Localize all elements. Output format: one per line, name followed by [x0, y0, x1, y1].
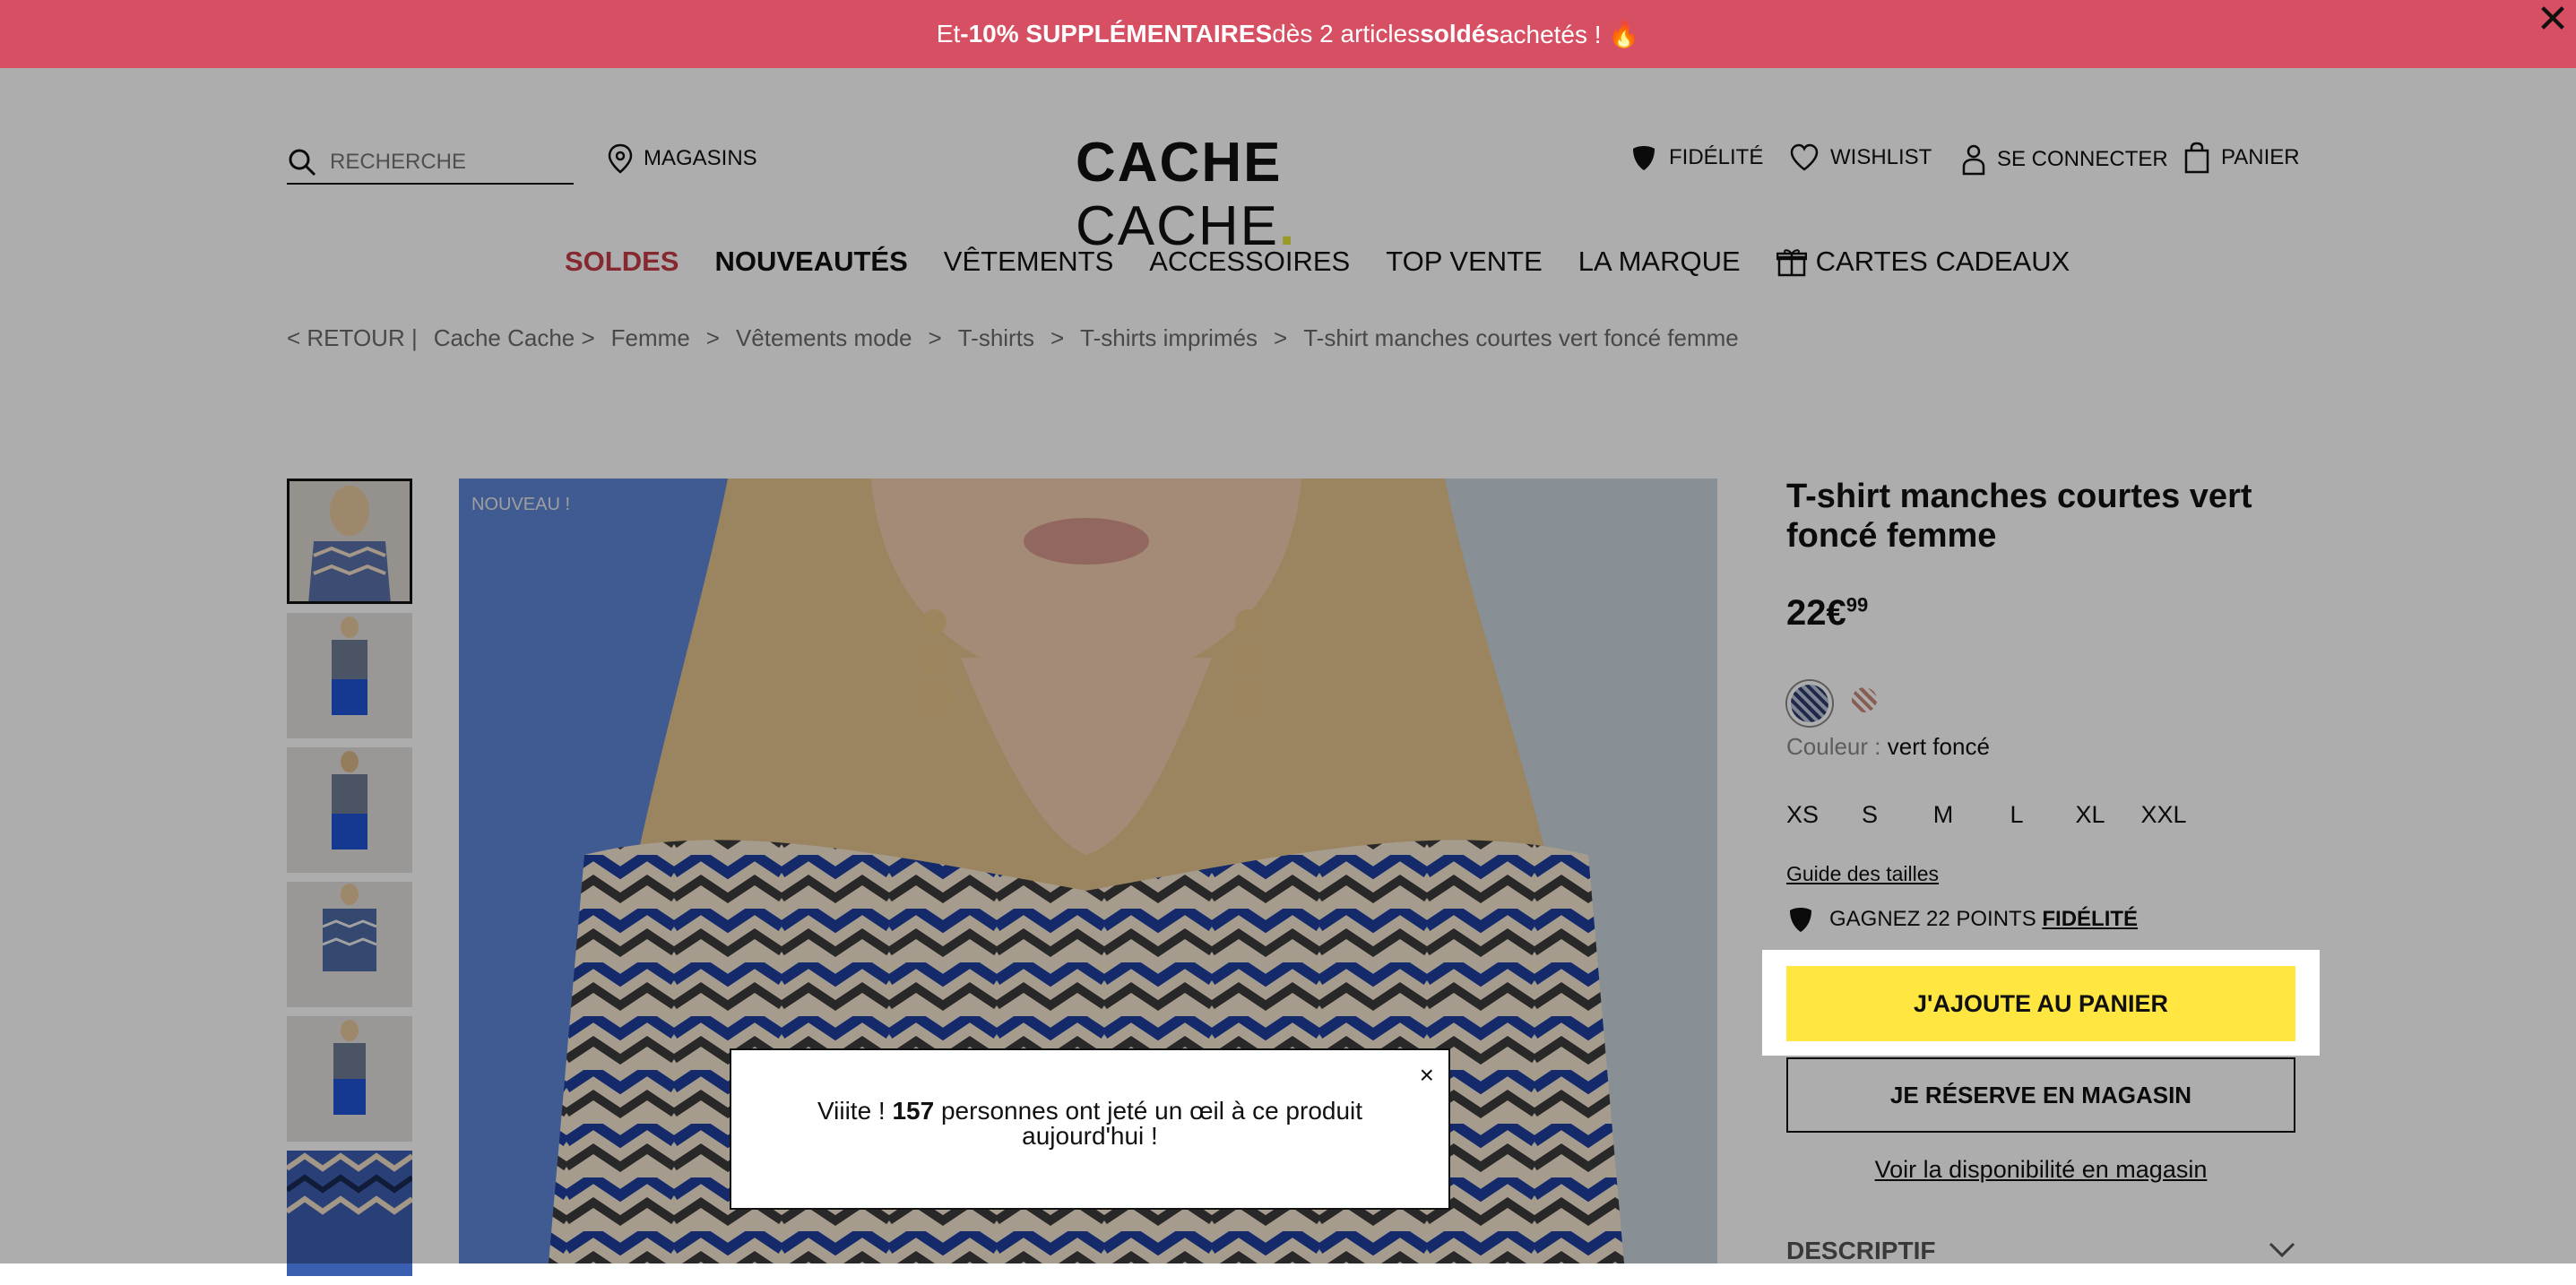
- heart-icon: [1790, 143, 1819, 171]
- nav-item-vetements[interactable]: VÊTEMENTS: [944, 246, 1113, 278]
- nav-item-accessoires[interactable]: ACCESSOIRES: [1149, 246, 1350, 278]
- map-pin-icon: [608, 143, 633, 174]
- nav-item-nouveautes[interactable]: NOUVEAUTÉS: [714, 246, 907, 278]
- fidelite-heart-icon: [1790, 908, 1811, 932]
- size-selector: XS S M L XL XXL: [1786, 801, 2200, 829]
- nav-cartes-label: CARTES CADEAUX: [1815, 246, 2070, 277]
- search-icon: [289, 149, 316, 177]
- thumbnail[interactable]: [287, 613, 412, 738]
- breadcrumb-current: T-shirt manches courtes vert foncé femme: [1303, 324, 1739, 351]
- color-swatch-selected[interactable]: [1787, 681, 1832, 726]
- popup-message: Viiite ! 157 personnes ont jeté un œil à…: [767, 1099, 1413, 1149]
- thumbnail-list: [287, 479, 412, 1285]
- thumbnail-image: [287, 479, 412, 604]
- breadcrumb-separator: >: [1274, 324, 1288, 351]
- promo-banner: Et -10% SUPPLÉMENTAIRES dès 2 articles s…: [0, 0, 2576, 68]
- promo-discount: -10% SUPPLÉMENTAIRES: [960, 20, 1273, 47]
- fidelite-label: FIDÉLITÉ: [1669, 145, 1764, 169]
- thumbnail[interactable]: [287, 747, 412, 873]
- chevron-down-icon: [2269, 1242, 2295, 1258]
- main-nav: SOLDES NOUVEAUTÉS VÊTEMENTS ACCESSOIRES …: [565, 242, 2070, 281]
- price-cents: 99: [1846, 593, 1869, 617]
- description-accordion[interactable]: DESCRIPTIF: [1786, 1237, 2295, 1265]
- breadcrumb-item[interactable]: T-shirts imprimés: [1080, 324, 1258, 352]
- thumbnail-image: [287, 882, 412, 1007]
- user-icon: [1962, 144, 1985, 176]
- thumbnail[interactable]: [287, 1016, 412, 1142]
- size-option[interactable]: M: [1906, 801, 1980, 829]
- promo-mid: dès 2 articles: [1272, 20, 1421, 47]
- fidelite-heart-icon: [1633, 146, 1655, 170]
- new-badge: NOUVEAU !: [471, 495, 571, 514]
- stores-link[interactable]: MAGASINS: [608, 143, 757, 174]
- nav-item-soldes[interactable]: SOLDES: [565, 246, 679, 278]
- description-label: DESCRIPTIF: [1786, 1237, 1936, 1264]
- size-option[interactable]: S: [1833, 801, 1906, 829]
- store-availability-link[interactable]: Voir la disponibilité en magasin: [1786, 1156, 2295, 1184]
- size-option[interactable]: XL: [2053, 801, 2127, 829]
- thumbnail[interactable]: [287, 882, 412, 1007]
- size-option[interactable]: L: [1980, 801, 2053, 829]
- login-label: SE CONNECTER: [1997, 147, 2168, 171]
- cart-link[interactable]: PANIER: [2183, 142, 2300, 174]
- price-main: 22€: [1786, 593, 1846, 633]
- fidelite-link[interactable]: FIDÉLITÉ: [1629, 143, 1763, 172]
- loyalty-points: GAGNEZ 22 POINTS FIDÉLITÉ: [1786, 905, 2138, 934]
- popup-pre: Viiite !: [817, 1097, 893, 1125]
- logo-part1: CACHE: [1076, 132, 1283, 194]
- promo-suffix: achetés ! 🔥: [1499, 20, 1640, 48]
- breadcrumb-separator: >: [1050, 324, 1065, 351]
- stores-label: MAGASINS: [644, 146, 757, 170]
- wishlist-label: WISHLIST: [1830, 145, 1932, 169]
- breadcrumb: < RETOUR | Cache Cache > Femme > Vêtemen…: [287, 324, 1739, 352]
- popup-close-icon[interactable]: ×: [1420, 1061, 1434, 1090]
- color-swatch[interactable]: [1852, 687, 1877, 712]
- login-link[interactable]: SE CONNECTER: [1961, 143, 2168, 176]
- close-icon[interactable]: ✕: [2535, 0, 2571, 39]
- thumbnail-image: [287, 613, 412, 738]
- size-guide-link[interactable]: Guide des tailles: [1786, 862, 1939, 886]
- add-to-cart-button-spotlight[interactable]: J'AJOUTE AU PANIER: [1786, 966, 2295, 1041]
- nav-item-top-vente[interactable]: TOP VENTE: [1386, 246, 1543, 278]
- color-value: vert foncé: [1887, 733, 1990, 760]
- breadcrumb-item[interactable]: Vêtements mode: [736, 324, 912, 352]
- nav-item-cartes-cadeaux[interactable]: CARTES CADEAUX: [1776, 246, 2070, 278]
- wishlist-link[interactable]: WISHLIST: [1789, 143, 1932, 172]
- color-info: Couleur : vert foncé: [1786, 733, 1990, 761]
- thumbnail-image: [287, 1151, 412, 1276]
- views-notification-popup: × Viiite ! 157 personnes ont jeté un œil…: [730, 1048, 1450, 1210]
- promo-prefix: Et: [936, 20, 961, 47]
- points-text: GAGNEZ 22 POINTS: [1829, 907, 2043, 931]
- back-link[interactable]: < RETOUR |: [287, 324, 418, 352]
- gift-icon: [1776, 249, 1807, 277]
- search-bar[interactable]: [287, 143, 574, 185]
- thumbnail[interactable]: [287, 479, 412, 604]
- thumbnail-image: [287, 1016, 412, 1142]
- product-title: T-shirt manches courtes vert foncé femme: [1786, 478, 2252, 555]
- promo-soldes: soldés: [1420, 20, 1500, 47]
- breadcrumb-item[interactable]: Cache Cache >: [434, 324, 595, 352]
- points-fidelite-link[interactable]: FIDÉLITÉ: [2042, 907, 2138, 931]
- reserve-in-store-button[interactable]: JE RÉSERVE EN MAGASIN: [1786, 1057, 2295, 1133]
- breadcrumb-separator: >: [705, 324, 720, 351]
- size-option[interactable]: XXL: [2127, 801, 2200, 829]
- thumbnail[interactable]: [287, 1151, 412, 1276]
- cart-label: PANIER: [2221, 145, 2300, 169]
- product-price: 22€99: [1786, 593, 1868, 634]
- popup-post: personnes ont jeté un œil à ce produit a…: [934, 1097, 1363, 1150]
- color-label: Couleur :: [1786, 733, 1888, 760]
- nav-item-la-marque[interactable]: LA MARQUE: [1578, 246, 1741, 278]
- logo[interactable]: CACHE CACHE.: [1076, 131, 1506, 257]
- size-option[interactable]: XS: [1786, 801, 1833, 829]
- search-input[interactable]: [330, 147, 563, 177]
- thumbnail-image: [287, 747, 412, 873]
- breadcrumb-item[interactable]: T-shirts: [958, 324, 1034, 352]
- popup-count: 157: [892, 1097, 935, 1125]
- breadcrumb-separator: >: [928, 324, 942, 351]
- shopping-bag-icon: [2184, 142, 2209, 174]
- breadcrumb-item[interactable]: Femme: [611, 324, 690, 352]
